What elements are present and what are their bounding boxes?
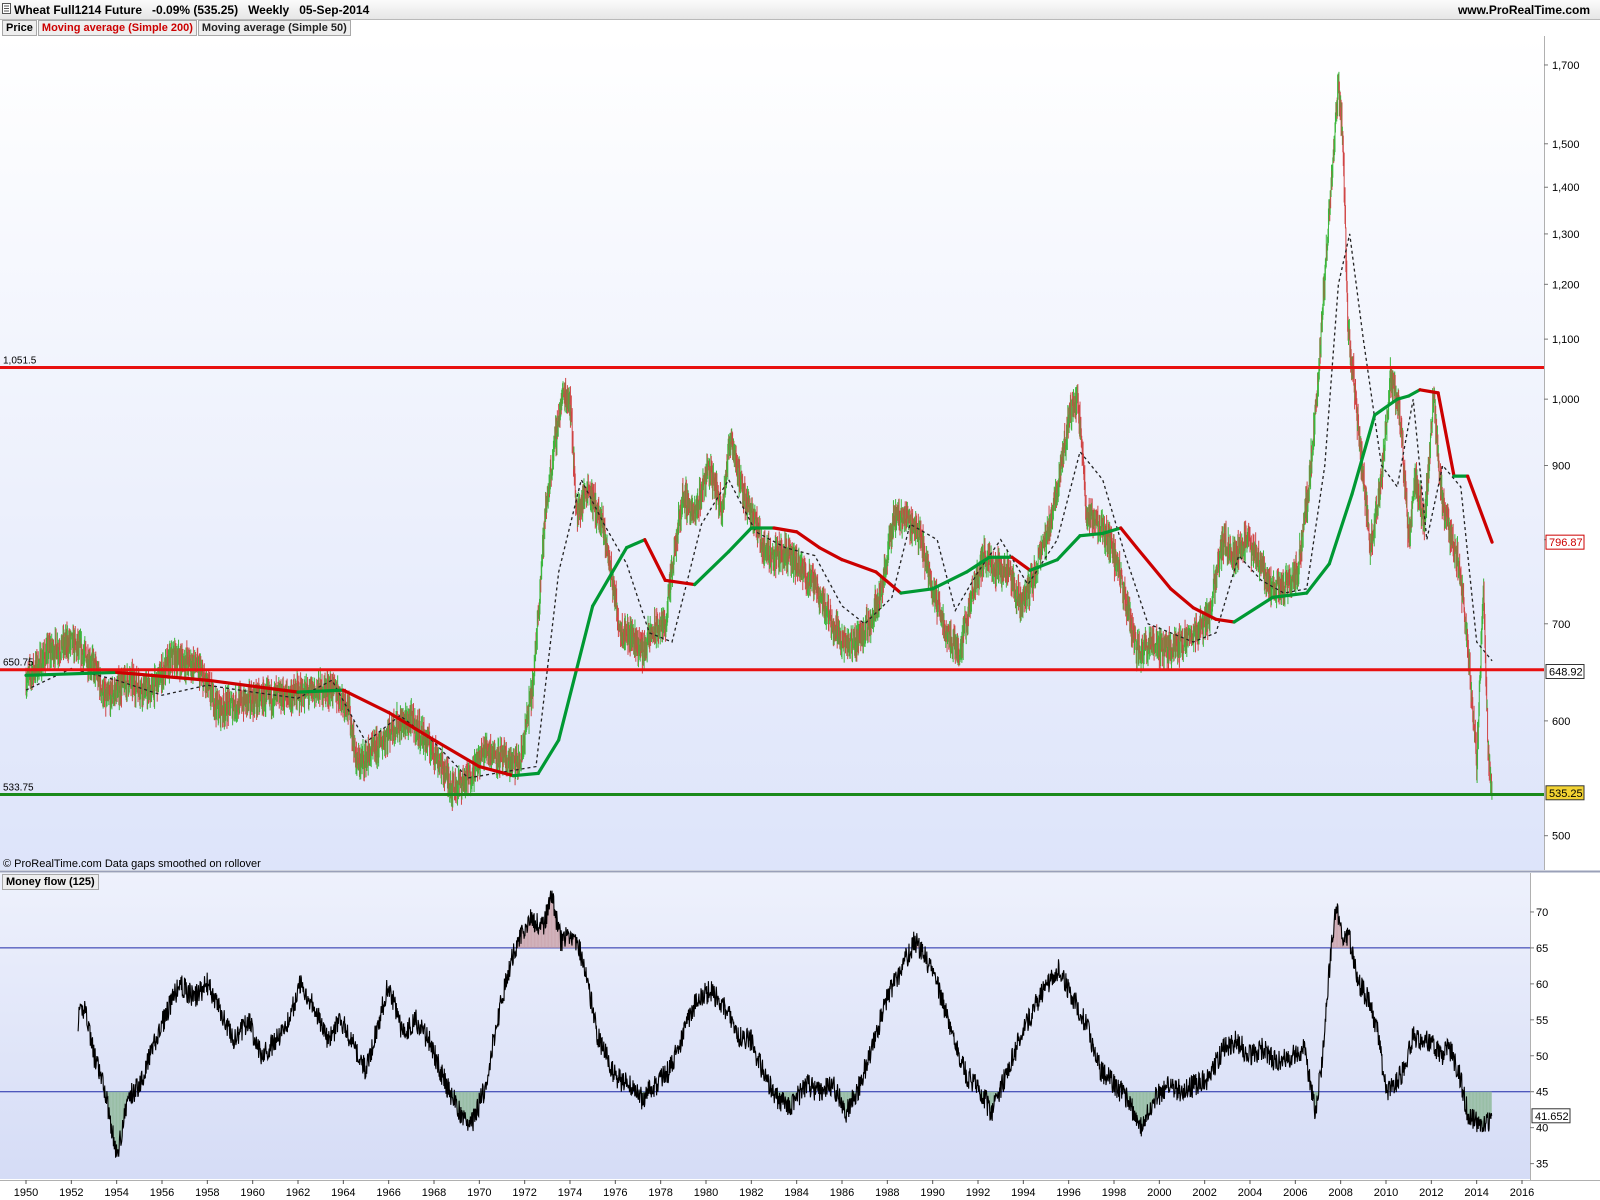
time-tick-label: 2006 — [1283, 1187, 1307, 1199]
time-tick-label: 1990 — [920, 1187, 944, 1199]
chart-canvas[interactable]: 500 600 700 900 1,000 1,100 1,200 1,300 1,400 1,5… — [0, 0, 1600, 1200]
price-tick-label: 1,700 — [1552, 60, 1580, 72]
time-tick-label: 1996 — [1056, 1187, 1080, 1199]
time-tick-label: 2014 — [1464, 1187, 1488, 1199]
ma200-segment — [296, 688, 345, 694]
level-label: 650.75 — [3, 658, 34, 669]
time-tick-label: 2000 — [1147, 1187, 1171, 1199]
time-tick-label: 1974 — [558, 1187, 582, 1199]
price-tick-label: 700 — [1552, 619, 1570, 631]
price-tick-label: 1,200 — [1552, 279, 1580, 291]
time-tick-label: 2008 — [1328, 1187, 1352, 1199]
copyright-note: © ProRealTime.com Data gaps smoothed on … — [3, 858, 261, 870]
mf-tick-label: 55 — [1536, 1015, 1548, 1027]
time-tick-label: 2016 — [1510, 1187, 1534, 1199]
time-tick-label: 1962 — [286, 1187, 310, 1199]
time-tick-label: 1972 — [512, 1187, 536, 1199]
mf-tick-label: 35 — [1536, 1159, 1548, 1171]
mf-tick-label: 45 — [1536, 1087, 1548, 1099]
time-tick-label: 1988 — [875, 1187, 899, 1199]
mf-tick-label: 60 — [1536, 979, 1548, 991]
mf-tick-label: 70 — [1536, 907, 1548, 919]
time-axis: 1950 1952 1954 1956 1958 1960 1962 1964 1966 1968… — [14, 1180, 1534, 1199]
time-tick-label: 1950 — [14, 1187, 38, 1199]
value-badge-label: 535.25 — [1549, 788, 1583, 800]
time-tick-label: 1966 — [376, 1187, 400, 1199]
time-tick-label: 2010 — [1374, 1187, 1398, 1199]
time-tick-label: 2012 — [1419, 1187, 1443, 1199]
price-tick-label: 900 — [1552, 461, 1570, 473]
time-tick-label: 1968 — [422, 1187, 446, 1199]
price-tick-label: 1,000 — [1552, 394, 1580, 406]
time-tick-label: 1964 — [331, 1187, 355, 1199]
time-tick-label: 1958 — [195, 1187, 219, 1199]
time-tick-label: 1992 — [966, 1187, 990, 1199]
time-tick-label: 2004 — [1238, 1187, 1262, 1199]
time-tick-label: 1954 — [104, 1187, 128, 1199]
price-tick-label: 1,500 — [1552, 139, 1580, 151]
time-tick-label: 1986 — [830, 1187, 854, 1199]
time-tick-label: 1952 — [59, 1187, 83, 1199]
mf-tick-label: 50 — [1536, 1051, 1548, 1063]
price-tick-label: 500 — [1552, 831, 1570, 843]
time-tick-label: 1994 — [1011, 1187, 1035, 1199]
mf-tick-label: 40 — [1536, 1123, 1548, 1135]
level-label: 1,051.5 — [3, 356, 37, 367]
price-tick-label: 600 — [1552, 716, 1570, 728]
time-tick-label: 1960 — [240, 1187, 264, 1199]
level-label: 533.75 — [3, 783, 34, 794]
ma200-segment — [511, 771, 540, 778]
time-tick-label: 1978 — [648, 1187, 672, 1199]
price-tick-label: 1,400 — [1552, 182, 1580, 194]
price-axis: 500 600 700 900 1,000 1,100 1,200 1,300 1,400 1,5… — [1544, 60, 1580, 843]
time-tick-label: 1982 — [739, 1187, 763, 1199]
time-tick-label: 1984 — [784, 1187, 808, 1199]
time-tick-label: 1970 — [467, 1187, 491, 1199]
mf-tick-label: 65 — [1536, 943, 1548, 955]
money-flow-label[interactable]: Money flow (125) — [2, 874, 99, 890]
money-flow-axis: 35 40 45 50 55 60 65 70 — [1530, 907, 1548, 1171]
time-tick-label: 2002 — [1192, 1187, 1216, 1199]
time-tick-label: 1976 — [603, 1187, 627, 1199]
value-badge-label: 648.92 — [1549, 667, 1583, 679]
time-tick-label: 1998 — [1102, 1187, 1126, 1199]
time-tick-label: 1980 — [694, 1187, 718, 1199]
time-tick-label: 1956 — [150, 1187, 174, 1199]
value-badge-label: 796.87 — [1549, 537, 1583, 549]
price-tick-label: 1,100 — [1552, 334, 1580, 346]
price-tick-label: 1,300 — [1552, 229, 1580, 241]
value-badge-label: 41.652 — [1535, 1111, 1569, 1123]
